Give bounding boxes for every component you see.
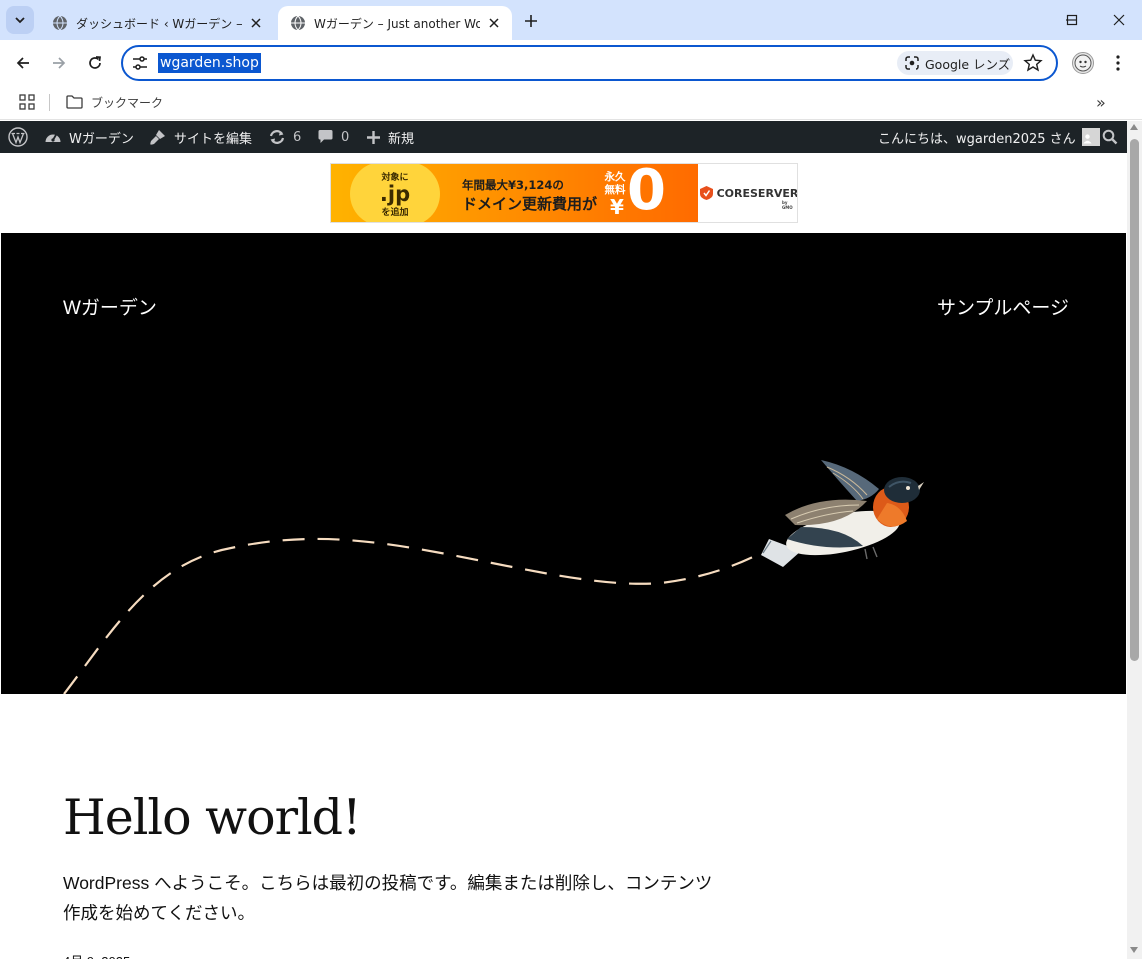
scroll-down-arrow[interactable] — [1130, 947, 1138, 953]
wp-admin-bar: Wガーデン サイトを編集 6 0 新規 こんにちは、wgarden2025 さん — [0, 121, 1127, 153]
ad-headline-2: ドメイン更新費用が — [462, 195, 598, 213]
globe-icon — [291, 15, 305, 31]
avatar-icon — [1074, 54, 1092, 72]
comments-button[interactable]: 0 — [317, 121, 349, 153]
site-header-hero: Wガーデン サンプルページ — [1, 233, 1126, 694]
admin-site-name[interactable]: Wガーデン — [44, 121, 134, 153]
new-content-button[interactable]: 新規 — [366, 121, 414, 153]
apps-grid-icon[interactable] — [19, 94, 35, 110]
maximize-icon — [1066, 14, 1078, 26]
page-viewport: Wガーデン サイトを編集 6 0 新規 こんにちは、wgarden2025 さん — [0, 121, 1142, 959]
ad-brand-name: CORESERVER — [716, 186, 798, 200]
address-bar[interactable]: wgarden.shop Google レンズ — [121, 45, 1058, 81]
new-tab-button[interactable] — [518, 8, 544, 34]
plus-icon — [367, 130, 380, 144]
dashboard-gauge-icon — [45, 133, 61, 142]
tab-title: ダッシュボード ‹ Wガーデン — WordPress — [76, 16, 242, 31]
scroll-up-arrow[interactable] — [1130, 124, 1138, 130]
tab-search-button[interactable] — [6, 6, 34, 34]
reload-icon — [89, 56, 101, 69]
coreserver-logo-icon — [699, 186, 713, 200]
ad-yen-sign: ¥ — [610, 195, 624, 219]
reload-button[interactable] — [81, 49, 109, 77]
ad-brand-sub: by GMO — [782, 200, 793, 210]
updates-count: 6 — [293, 129, 302, 145]
tab-title: Wガーデン – Just another WordPress site — [314, 16, 480, 31]
scroll-thumb[interactable] — [1130, 139, 1139, 661]
browser-toolbar: wgarden.shop Google レンズ — [0, 40, 1142, 86]
my-account-button[interactable]: こんにちは、wgarden2025 さん — [878, 121, 1100, 153]
globe-icon — [53, 15, 67, 31]
ad-zero: 0 — [627, 163, 666, 223]
wp-logo-button[interactable] — [8, 121, 35, 153]
new-content-label: 新規 — [388, 131, 415, 147]
bookmark-folder-label: ブックマーク — [91, 95, 164, 110]
tab-dashboard[interactable]: ダッシュボード ‹ Wガーデン — WordPress — [40, 6, 274, 40]
bookmarks-bar: ブックマーク » — [0, 86, 1142, 120]
lens-label: Google レンズ — [925, 56, 1011, 72]
close-icon — [1113, 14, 1125, 26]
star-icon[interactable] — [1023, 53, 1043, 73]
arrow-left-icon — [16, 57, 29, 69]
admin-site-name-label: Wガーデン — [69, 131, 134, 147]
admin-search-button[interactable] — [1102, 121, 1125, 153]
ad-badge: 対象に .jp を追加 — [350, 164, 440, 222]
edit-site-label: サイトを編集 — [174, 131, 253, 147]
post-date[interactable]: 4月 9, 2025 — [63, 951, 130, 959]
close-icon[interactable] — [248, 15, 264, 31]
forward-button[interactable] — [45, 49, 73, 77]
arrow-right-icon — [53, 57, 66, 69]
post-content: WordPress へようこそ。こちらは最初の投稿です。編集または削除し、コンテ… — [63, 873, 713, 923]
ad-badge-main: .jp — [379, 182, 411, 206]
bookmarks-overflow-button[interactable]: » — [1096, 93, 1114, 112]
ad-free-label: 永久無料 — [604, 171, 626, 196]
ad-headline-1: 年間最大¥3,124の — [462, 178, 564, 192]
ad-banner[interactable]: 対象に .jp を追加 年間最大¥3,124の ドメイン更新費用が 永久無料 ¥… — [330, 163, 798, 223]
brush-icon — [150, 130, 165, 145]
ad-brand: CORESERVER by GMO — [698, 164, 798, 222]
plus-icon — [525, 15, 537, 27]
comment-bubble-icon — [318, 130, 333, 143]
greeting-label: こんにちは、wgarden2025 さん — [878, 131, 1076, 147]
maximize-button[interactable] — [1049, 0, 1095, 40]
avatar — [1081, 128, 1100, 146]
chevron-down-icon — [15, 17, 25, 24]
site-title-link[interactable]: Wガーデン — [63, 293, 157, 320]
search-icon — [1102, 129, 1118, 145]
wordpress-logo-icon — [8, 127, 28, 147]
profile-avatar[interactable] — [1072, 52, 1094, 74]
chrome-menu-button[interactable] — [1108, 52, 1128, 74]
bookmarks-divider — [49, 94, 50, 111]
close-window-button[interactable] — [1096, 0, 1142, 40]
back-button[interactable] — [9, 49, 37, 77]
lens-icon — [905, 56, 919, 70]
url-text[interactable]: wgarden.shop — [158, 53, 261, 73]
post-title[interactable]: Hello world! — [63, 789, 362, 846]
tab-strip: ダッシュボード ‹ Wガーデン — WordPress Wガーデン – Just… — [0, 0, 1142, 40]
page-scrollbar[interactable] — [1127, 121, 1142, 959]
edit-site-button[interactable]: サイトを編集 — [149, 121, 252, 153]
more-vert-icon — [1116, 55, 1120, 71]
google-lens-button[interactable]: Google レンズ — [897, 51, 1013, 75]
ad-badge-bottom: を追加 — [381, 208, 409, 218]
site-settings-icon[interactable] — [131, 54, 149, 72]
updates-button[interactable]: 6 — [268, 121, 301, 153]
folder-icon — [66, 95, 83, 109]
bookmark-folder[interactable]: ブックマーク — [66, 92, 163, 112]
nav-link-sample-page[interactable]: サンプルページ — [937, 293, 1069, 320]
comments-count: 0 — [341, 129, 350, 145]
updates-icon — [269, 130, 285, 144]
close-icon[interactable] — [486, 15, 502, 31]
tab-wgarden[interactable]: Wガーデン – Just another WordPress site — [278, 6, 512, 40]
avatar-silhouette-icon — [1083, 134, 1092, 144]
